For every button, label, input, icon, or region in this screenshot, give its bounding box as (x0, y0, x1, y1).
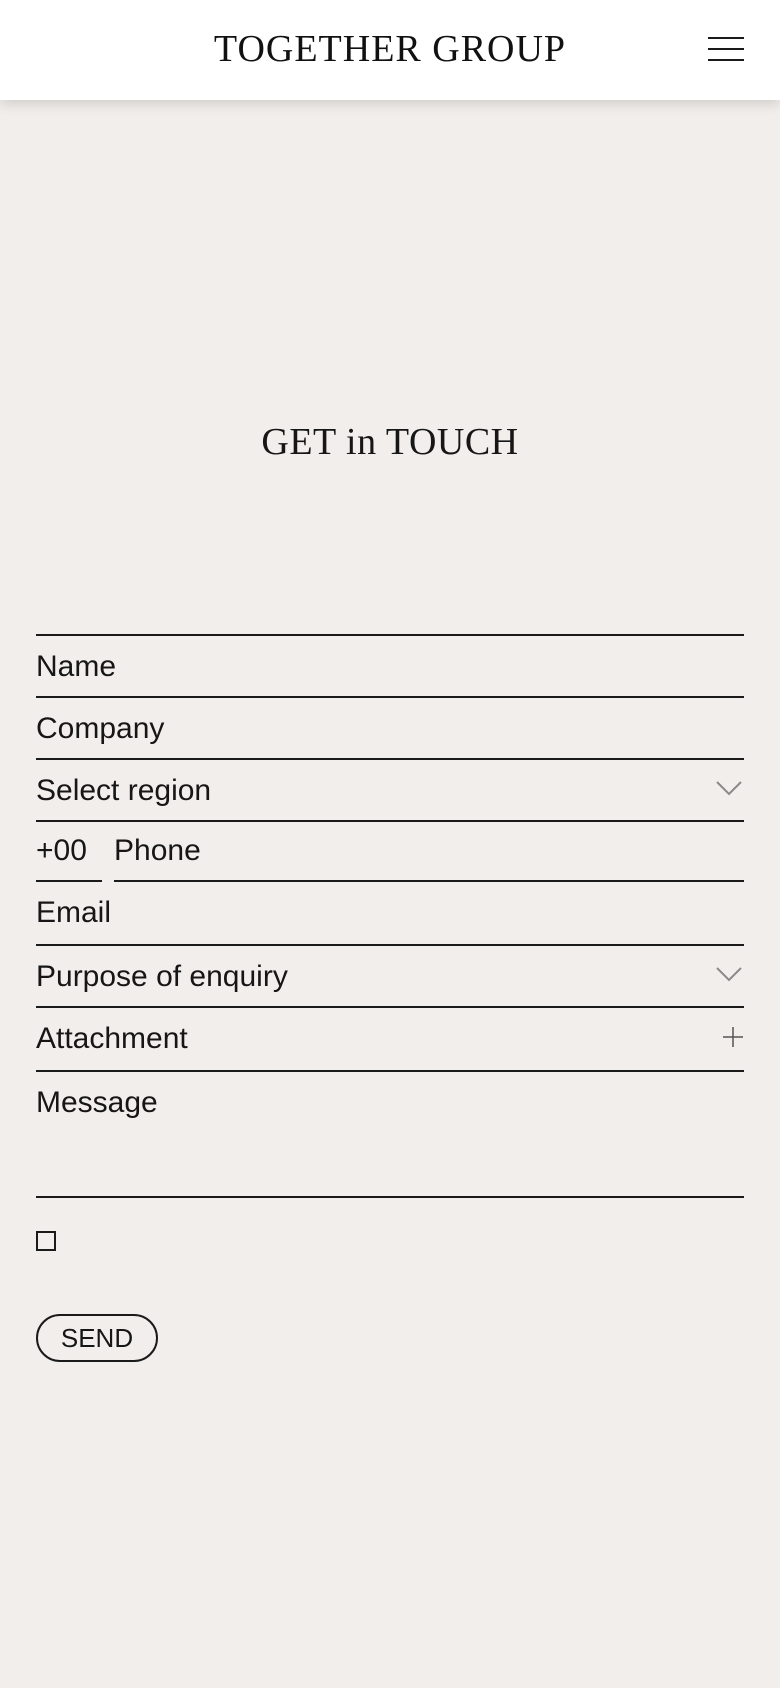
phone-field[interactable]: Phone (114, 820, 744, 882)
page-title: GET in TOUCH (261, 421, 519, 463)
menu-bar (708, 59, 744, 61)
region-placeholder: Select region (36, 774, 212, 807)
region-select[interactable]: Select region (36, 758, 744, 820)
message-placeholder: Message (36, 1086, 158, 1119)
message-field[interactable]: Message (36, 1070, 744, 1198)
contact-form: Name Company Select region +00 Phone Ema… (36, 634, 744, 1198)
menu-bar (708, 37, 744, 39)
chevron-down-icon (716, 781, 742, 796)
company-placeholder: Company (36, 712, 165, 745)
menu-bar (708, 48, 744, 50)
site-header: TOGETHER GROUP (0, 0, 780, 100)
purpose-placeholder: Purpose of enquiry (36, 960, 288, 993)
phone-code-field[interactable]: +00 (36, 820, 102, 882)
send-button[interactable]: SEND (36, 1314, 158, 1362)
company-field[interactable]: Company (36, 696, 744, 758)
email-placeholder: Email (36, 896, 112, 929)
phone-placeholder: Phone (114, 834, 201, 867)
phone-row: +00 Phone (36, 820, 744, 882)
name-field[interactable]: Name (36, 634, 744, 696)
phone-code-value: +00 (36, 834, 87, 867)
attachment-label: Attachment (36, 1022, 188, 1055)
purpose-select[interactable]: Purpose of enquiry (36, 944, 744, 1006)
brand-logo[interactable]: TOGETHER GROUP (0, 26, 780, 72)
hamburger-menu-icon[interactable] (704, 34, 744, 64)
plus-icon[interactable] (722, 1026, 744, 1048)
consent-checkbox[interactable] (36, 1231, 56, 1251)
attachment-field[interactable]: Attachment (36, 1006, 744, 1070)
chevron-down-icon (716, 967, 742, 982)
name-placeholder: Name (36, 650, 117, 683)
email-field[interactable]: Email (36, 882, 744, 944)
